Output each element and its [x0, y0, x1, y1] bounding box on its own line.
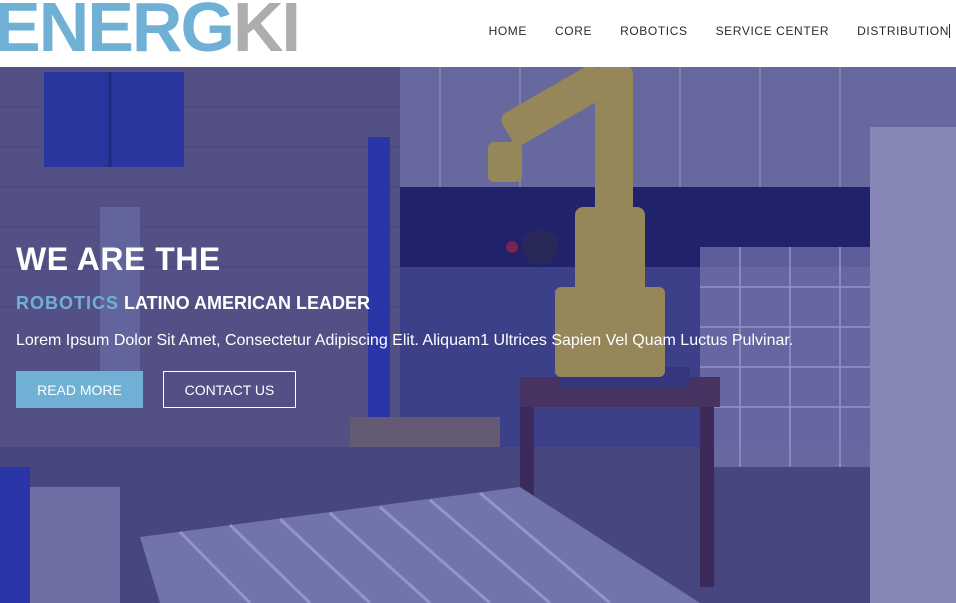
- hero-subtitle-rest: LATINO AMERICAN LEADER: [119, 293, 371, 313]
- read-more-button[interactable]: READ MORE: [16, 371, 143, 408]
- nav-item-distribution[interactable]: DISTRIBUTION: [843, 24, 950, 38]
- contact-us-button[interactable]: CONTACT US: [163, 371, 296, 408]
- hero-title: WE ARE THE: [16, 241, 221, 277]
- nav-item-core[interactable]: CORE: [541, 24, 606, 38]
- hero-banner: WE ARE THE ROBOTICS LATINO AMERICAN LEAD…: [0, 67, 956, 603]
- logo-part-energ: ENERG: [0, 0, 235, 66]
- brand-logo[interactable]: ENERGKI: [0, 0, 301, 62]
- nav-item-home[interactable]: HOME: [475, 24, 541, 38]
- nav-item-robotics[interactable]: ROBOTICS: [606, 24, 701, 38]
- hero-subtitle: ROBOTICS LATINO AMERICAN LEADER: [16, 293, 370, 314]
- hero-subtitle-accent: ROBOTICS: [16, 293, 120, 313]
- logo-part-ki: KI: [232, 0, 301, 66]
- site-header: ENERGKI HOME CORE ROBOTICS SERVICE CENTE…: [0, 0, 956, 67]
- main-nav: HOME CORE ROBOTICS SERVICE CENTER DISTRI…: [475, 24, 950, 38]
- hero-description: Lorem Ipsum Dolor Sit Amet, Consectetur …: [16, 332, 794, 349]
- nav-item-service-center[interactable]: SERVICE CENTER: [702, 24, 844, 38]
